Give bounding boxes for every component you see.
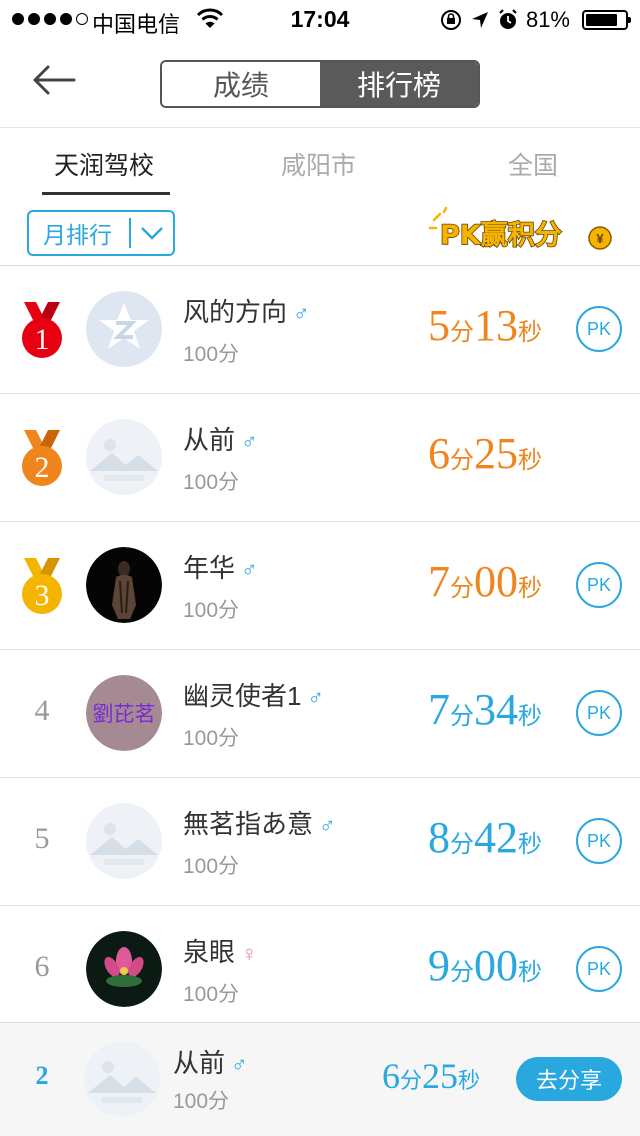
pk-button[interactable]: PK xyxy=(576,946,622,992)
orange-medal-rank-2-icon: 2 xyxy=(22,430,62,486)
completion-time: 9分00秒 xyxy=(428,941,542,990)
pk-button[interactable]: PK xyxy=(576,690,622,736)
pk-button[interactable]: PK xyxy=(576,818,622,864)
location-arrow-icon xyxy=(471,12,488,28)
my-rank-number: 2 xyxy=(35,1061,49,1090)
rank-number: 4 xyxy=(34,694,50,727)
pk-button[interactable]: PK xyxy=(576,306,622,352)
pk-banner-text: PK赢积分 xyxy=(440,219,562,251)
avatar[interactable] xyxy=(86,547,162,623)
user-name: 风的方向 xyxy=(183,297,288,327)
gold-medal-rank-3-icon: 3 xyxy=(22,558,62,614)
back-arrow-icon[interactable] xyxy=(30,62,78,98)
coin-icon: ¥ xyxy=(596,231,604,246)
leaderboard-row[interactable]: 3 年华 ♂ 100分 7分00秒 PK xyxy=(0,522,640,650)
alarm-icon xyxy=(499,9,517,29)
user-name: 从前 xyxy=(183,425,236,455)
leaderboard-row[interactable]: 4 劉芘茗 幽灵使者1 ♂ 100分 7分34秒 PK xyxy=(0,650,640,778)
user-name: 泉眼 xyxy=(183,937,236,967)
tab-city[interactable]: 咸阳市 xyxy=(281,146,356,182)
active-tab-indicator xyxy=(42,192,170,195)
tab-national[interactable]: 全国 xyxy=(508,146,558,182)
chevron-down-icon xyxy=(141,227,163,240)
share-button[interactable]: 去分享 xyxy=(516,1057,622,1101)
male-icon: ♂ xyxy=(241,557,258,582)
rank-number: 6 xyxy=(34,950,50,983)
pk-win-points-banner[interactable]: PK赢积分 ¥ xyxy=(428,206,618,258)
svg-text:3: 3 xyxy=(35,579,50,612)
user-score: 100分 xyxy=(183,599,240,622)
leaderboard-row[interactable]: 2 从前 ♂ 100分 6分25秒 xyxy=(0,394,640,522)
my-score: 100分 xyxy=(173,1090,230,1113)
user-score: 100分 xyxy=(183,855,240,878)
avatar-text: 劉芘茗 xyxy=(93,702,156,726)
user-score: 100分 xyxy=(183,983,240,1006)
male-icon: ♂ xyxy=(241,429,258,454)
pk-button[interactable]: PK xyxy=(576,562,622,608)
my-rank-bar: 2 从前 ♂ 100分 6分25秒 去分享 xyxy=(0,1022,640,1136)
user-score: 100分 xyxy=(183,471,240,494)
completion-time: 7分34秒 xyxy=(428,685,542,734)
leaderboard-row[interactable]: 5 無茗指あ意 ♂ 100分 8分42秒 PK xyxy=(0,778,640,906)
male-icon: ♂ xyxy=(231,1052,248,1077)
my-completion-time: 6分25秒 xyxy=(382,1056,481,1096)
period-dropdown-label: 月排行 xyxy=(43,222,112,248)
female-icon: ♀ xyxy=(241,941,258,966)
rotation-lock-icon xyxy=(440,10,461,30)
leaderboard-row[interactable]: 6 泉眼 ♀ 100分 9分00秒 PK xyxy=(0,906,640,1034)
completion-time: 6分25秒 xyxy=(428,429,542,478)
navigation-bar: 成绩 排行榜 xyxy=(0,40,640,128)
battery-icon xyxy=(582,10,631,30)
male-icon: ♂ xyxy=(293,301,310,326)
avatar[interactable] xyxy=(86,931,162,1007)
avatar[interactable]: 劉芘茗 xyxy=(86,675,162,751)
my-user-name: 从前 xyxy=(173,1048,226,1078)
gold-medal-rank-1-icon: 1 xyxy=(22,302,62,358)
avatar[interactable] xyxy=(86,291,162,367)
period-dropdown[interactable]: 月排行 xyxy=(27,210,175,256)
svg-text:2: 2 xyxy=(35,451,50,484)
male-icon: ♂ xyxy=(307,685,324,710)
avatar[interactable] xyxy=(86,803,162,879)
completion-time: 8分42秒 xyxy=(428,813,542,862)
user-score: 100分 xyxy=(183,727,240,750)
male-icon: ♂ xyxy=(319,813,336,838)
tab-driving-school[interactable]: 天润驾校 xyxy=(54,146,154,182)
avatar[interactable] xyxy=(86,419,162,495)
segment-scores[interactable]: 成绩 xyxy=(162,62,320,106)
region-tabs: 天润驾校 咸阳市 全国 xyxy=(0,128,640,198)
battery-percent: 81% xyxy=(525,7,570,32)
svg-text:1: 1 xyxy=(35,323,50,356)
segmented-control: 成绩 排行榜 xyxy=(160,60,480,108)
user-name: 年华 xyxy=(183,553,236,583)
leaderboard-row[interactable]: 1 风的方向 ♂ 100分 5分13秒 PK xyxy=(0,266,640,394)
status-bar: 中国电信 17:04 81% xyxy=(0,0,640,40)
segment-ranking[interactable]: 排行榜 xyxy=(320,62,478,106)
user-name: 幽灵使者1 xyxy=(183,681,302,711)
my-avatar[interactable] xyxy=(84,1041,160,1117)
completion-time: 5分13秒 xyxy=(428,301,542,350)
rank-number: 5 xyxy=(34,822,50,855)
filter-row: 月排行 PK赢积分 ¥ xyxy=(0,198,640,266)
completion-time: 7分00秒 xyxy=(428,557,542,606)
user-name: 無茗指あ意 xyxy=(183,809,314,839)
user-score: 100分 xyxy=(183,343,240,366)
